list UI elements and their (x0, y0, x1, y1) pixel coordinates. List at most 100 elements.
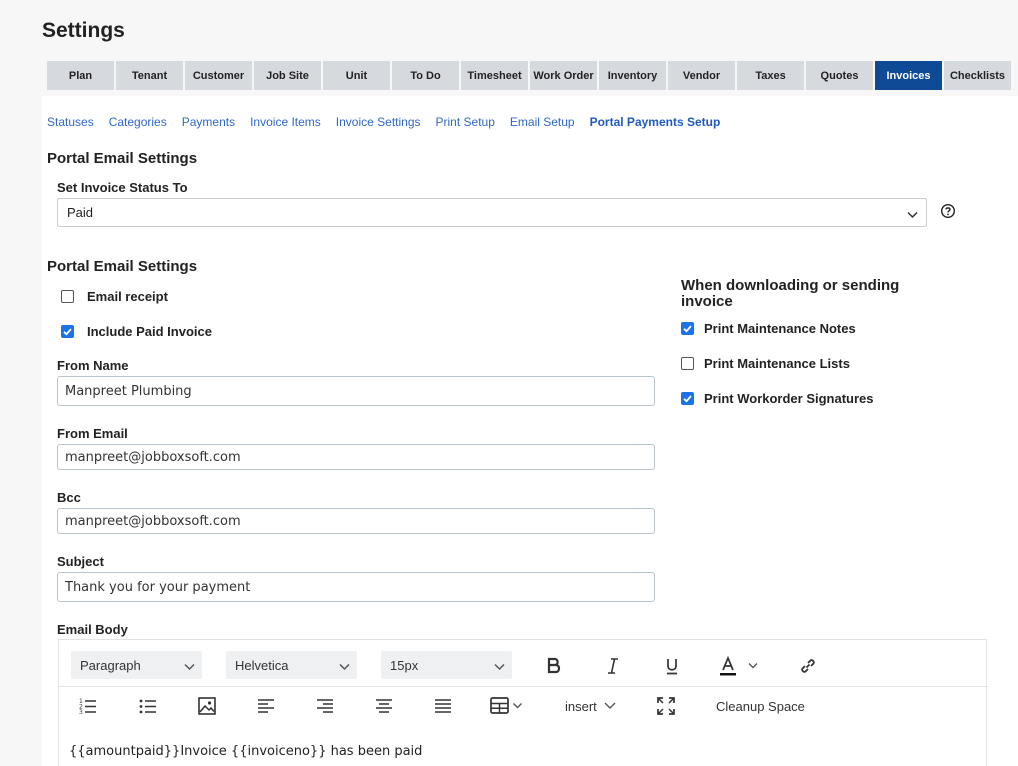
email-body-editor: Paragraph Helvetica 15px 1 2 3 insert Cl… (58, 639, 988, 766)
editor-toolbar-row-1: Paragraph Helvetica 15px (59, 647, 988, 685)
bcc-label: Bcc (57, 490, 81, 505)
bold-button[interactable] (543, 655, 565, 677)
email-section-title: Portal Email Settings (47, 258, 198, 275)
email-receipt-label: Email receipt (87, 289, 168, 304)
tab-taxes[interactable]: Taxes (737, 61, 804, 90)
bcc-input[interactable]: manpreet@jobboxsoft.com (57, 508, 655, 534)
chevron-down-icon (184, 659, 195, 674)
check-icon (63, 328, 72, 336)
print-maintenance-lists-row: Print Maintenance Lists (681, 356, 850, 371)
tab-plan[interactable]: Plan (47, 61, 114, 90)
subject-input[interactable]: Thank you for your payment (57, 572, 655, 602)
cleanup-space-button[interactable]: Cleanup Space (716, 696, 805, 716)
subnav-payments[interactable]: Payments (182, 115, 235, 129)
tab-job-site[interactable]: Job Site (254, 61, 321, 90)
underline-icon (667, 659, 677, 675)
block-format-value: Paragraph (80, 657, 141, 673)
invoice-status-label: Set Invoice Status To (57, 180, 188, 195)
chevron-down-icon (339, 659, 350, 674)
bullet-list-button[interactable] (138, 696, 158, 716)
email-receipt-row: Email receipt (61, 289, 168, 304)
text-color-button[interactable] (717, 655, 763, 677)
tab-quotes[interactable]: Quotes (806, 61, 873, 90)
page-title: Settings (42, 19, 125, 42)
tab-checklists[interactable]: Checklists (944, 61, 1011, 90)
tab-tenant[interactable]: Tenant (116, 61, 183, 90)
chevron-down-icon (494, 659, 505, 674)
fullscreen-icon (657, 697, 675, 715)
chevron-down-icon (907, 207, 918, 222)
email-body-label: Email Body (57, 622, 128, 637)
ordered-list-icon: 1 2 3 (79, 698, 96, 715)
tab-to-do[interactable]: To Do (392, 61, 459, 90)
align-left-button[interactable] (256, 696, 276, 716)
print-maintenance-notes-checkbox[interactable] (681, 322, 694, 335)
print-workorder-signatures-label: Print Workorder Signatures (704, 391, 874, 406)
from-email-input[interactable]: manpreet@jobboxsoft.com (57, 444, 655, 470)
image-icon (198, 697, 216, 715)
print-maintenance-notes-label: Print Maintenance Notes (704, 321, 856, 336)
font-size-select[interactable]: 15px (381, 651, 512, 679)
include-paid-invoice-label: Include Paid Invoice (87, 324, 212, 339)
bold-icon (547, 657, 561, 674)
block-format-select[interactable]: Paragraph (71, 651, 202, 679)
invoice-status-select[interactable]: Paid (57, 198, 927, 227)
subnav-portal-payments-setup[interactable]: Portal Payments Setup (590, 115, 721, 129)
subnav-print-setup[interactable]: Print Setup (436, 115, 495, 129)
status-section-title: Portal Email Settings (47, 150, 198, 167)
insert-menu[interactable]: insert (565, 696, 617, 716)
editor-toolbar-row-2: 1 2 3 insert Cleanup Space (59, 686, 988, 724)
subnav-invoice-items[interactable]: Invoice Items (250, 115, 321, 129)
from-email-label: From Email (57, 426, 128, 441)
justify-button[interactable] (433, 696, 453, 716)
justify-icon (435, 699, 451, 713)
tab-inventory[interactable]: Inventory (599, 61, 666, 90)
subnav-email-setup[interactable]: Email Setup (510, 115, 575, 129)
subject-label: Subject (57, 554, 104, 569)
tab-customer[interactable]: Customer (185, 61, 252, 90)
settings-panel: Statuses Categories Payments Invoice Ite… (42, 96, 1018, 766)
include-paid-invoice-row: Include Paid Invoice (61, 324, 212, 339)
invoice-subnav: Statuses Categories Payments Invoice Ite… (47, 115, 735, 129)
from-name-input[interactable]: Manpreet Plumbing (57, 376, 655, 406)
fullscreen-button[interactable] (656, 696, 676, 716)
ordered-list-button[interactable]: 1 2 3 (78, 696, 98, 716)
italic-button[interactable] (602, 655, 624, 677)
table-icon (490, 697, 522, 714)
download-section-title: When downloading or sending invoice (681, 277, 900, 310)
font-family-select[interactable]: Helvetica (226, 651, 357, 679)
tab-vendor[interactable]: Vendor (668, 61, 735, 90)
email-body-content[interactable]: {{amountpaid}}Invoice {{invoiceno}} has … (69, 744, 422, 759)
tab-work-order[interactable]: Work Order (530, 61, 597, 90)
tab-invoices[interactable]: Invoices (875, 61, 942, 90)
print-workorder-signatures-checkbox[interactable] (681, 392, 694, 405)
font-size-value: 15px (390, 657, 419, 673)
bullet-list-icon (139, 699, 156, 714)
help-icon[interactable] (940, 203, 956, 219)
chevron-down-icon (604, 702, 616, 709)
main-tabs: Plan Tenant Customer Job Site Unit To Do… (47, 61, 1013, 90)
insert-label: insert (565, 698, 597, 714)
table-button[interactable] (489, 696, 529, 716)
underline-button[interactable] (661, 655, 683, 677)
check-icon (683, 325, 692, 333)
subnav-statuses[interactable]: Statuses (47, 115, 94, 129)
subnav-invoice-settings[interactable]: Invoice Settings (336, 115, 421, 129)
check-icon (683, 395, 692, 403)
print-maintenance-lists-label: Print Maintenance Lists (704, 356, 850, 371)
subnav-categories[interactable]: Categories (109, 115, 167, 129)
print-maintenance-notes-row: Print Maintenance Notes (681, 321, 856, 336)
tab-timesheet[interactable]: Timesheet (461, 61, 528, 90)
include-paid-invoice-checkbox[interactable] (61, 325, 74, 338)
link-icon (801, 659, 815, 673)
link-button[interactable] (797, 655, 819, 677)
print-workorder-signatures-row: Print Workorder Signatures (681, 391, 874, 406)
print-maintenance-lists-checkbox[interactable] (681, 357, 694, 370)
image-button[interactable] (197, 696, 217, 716)
tab-unit[interactable]: Unit (323, 61, 390, 90)
from-name-label: From Name (57, 358, 129, 373)
align-right-button[interactable] (315, 696, 335, 716)
align-right-icon (317, 699, 333, 713)
email-receipt-checkbox[interactable] (61, 290, 74, 303)
align-center-button[interactable] (374, 696, 394, 716)
